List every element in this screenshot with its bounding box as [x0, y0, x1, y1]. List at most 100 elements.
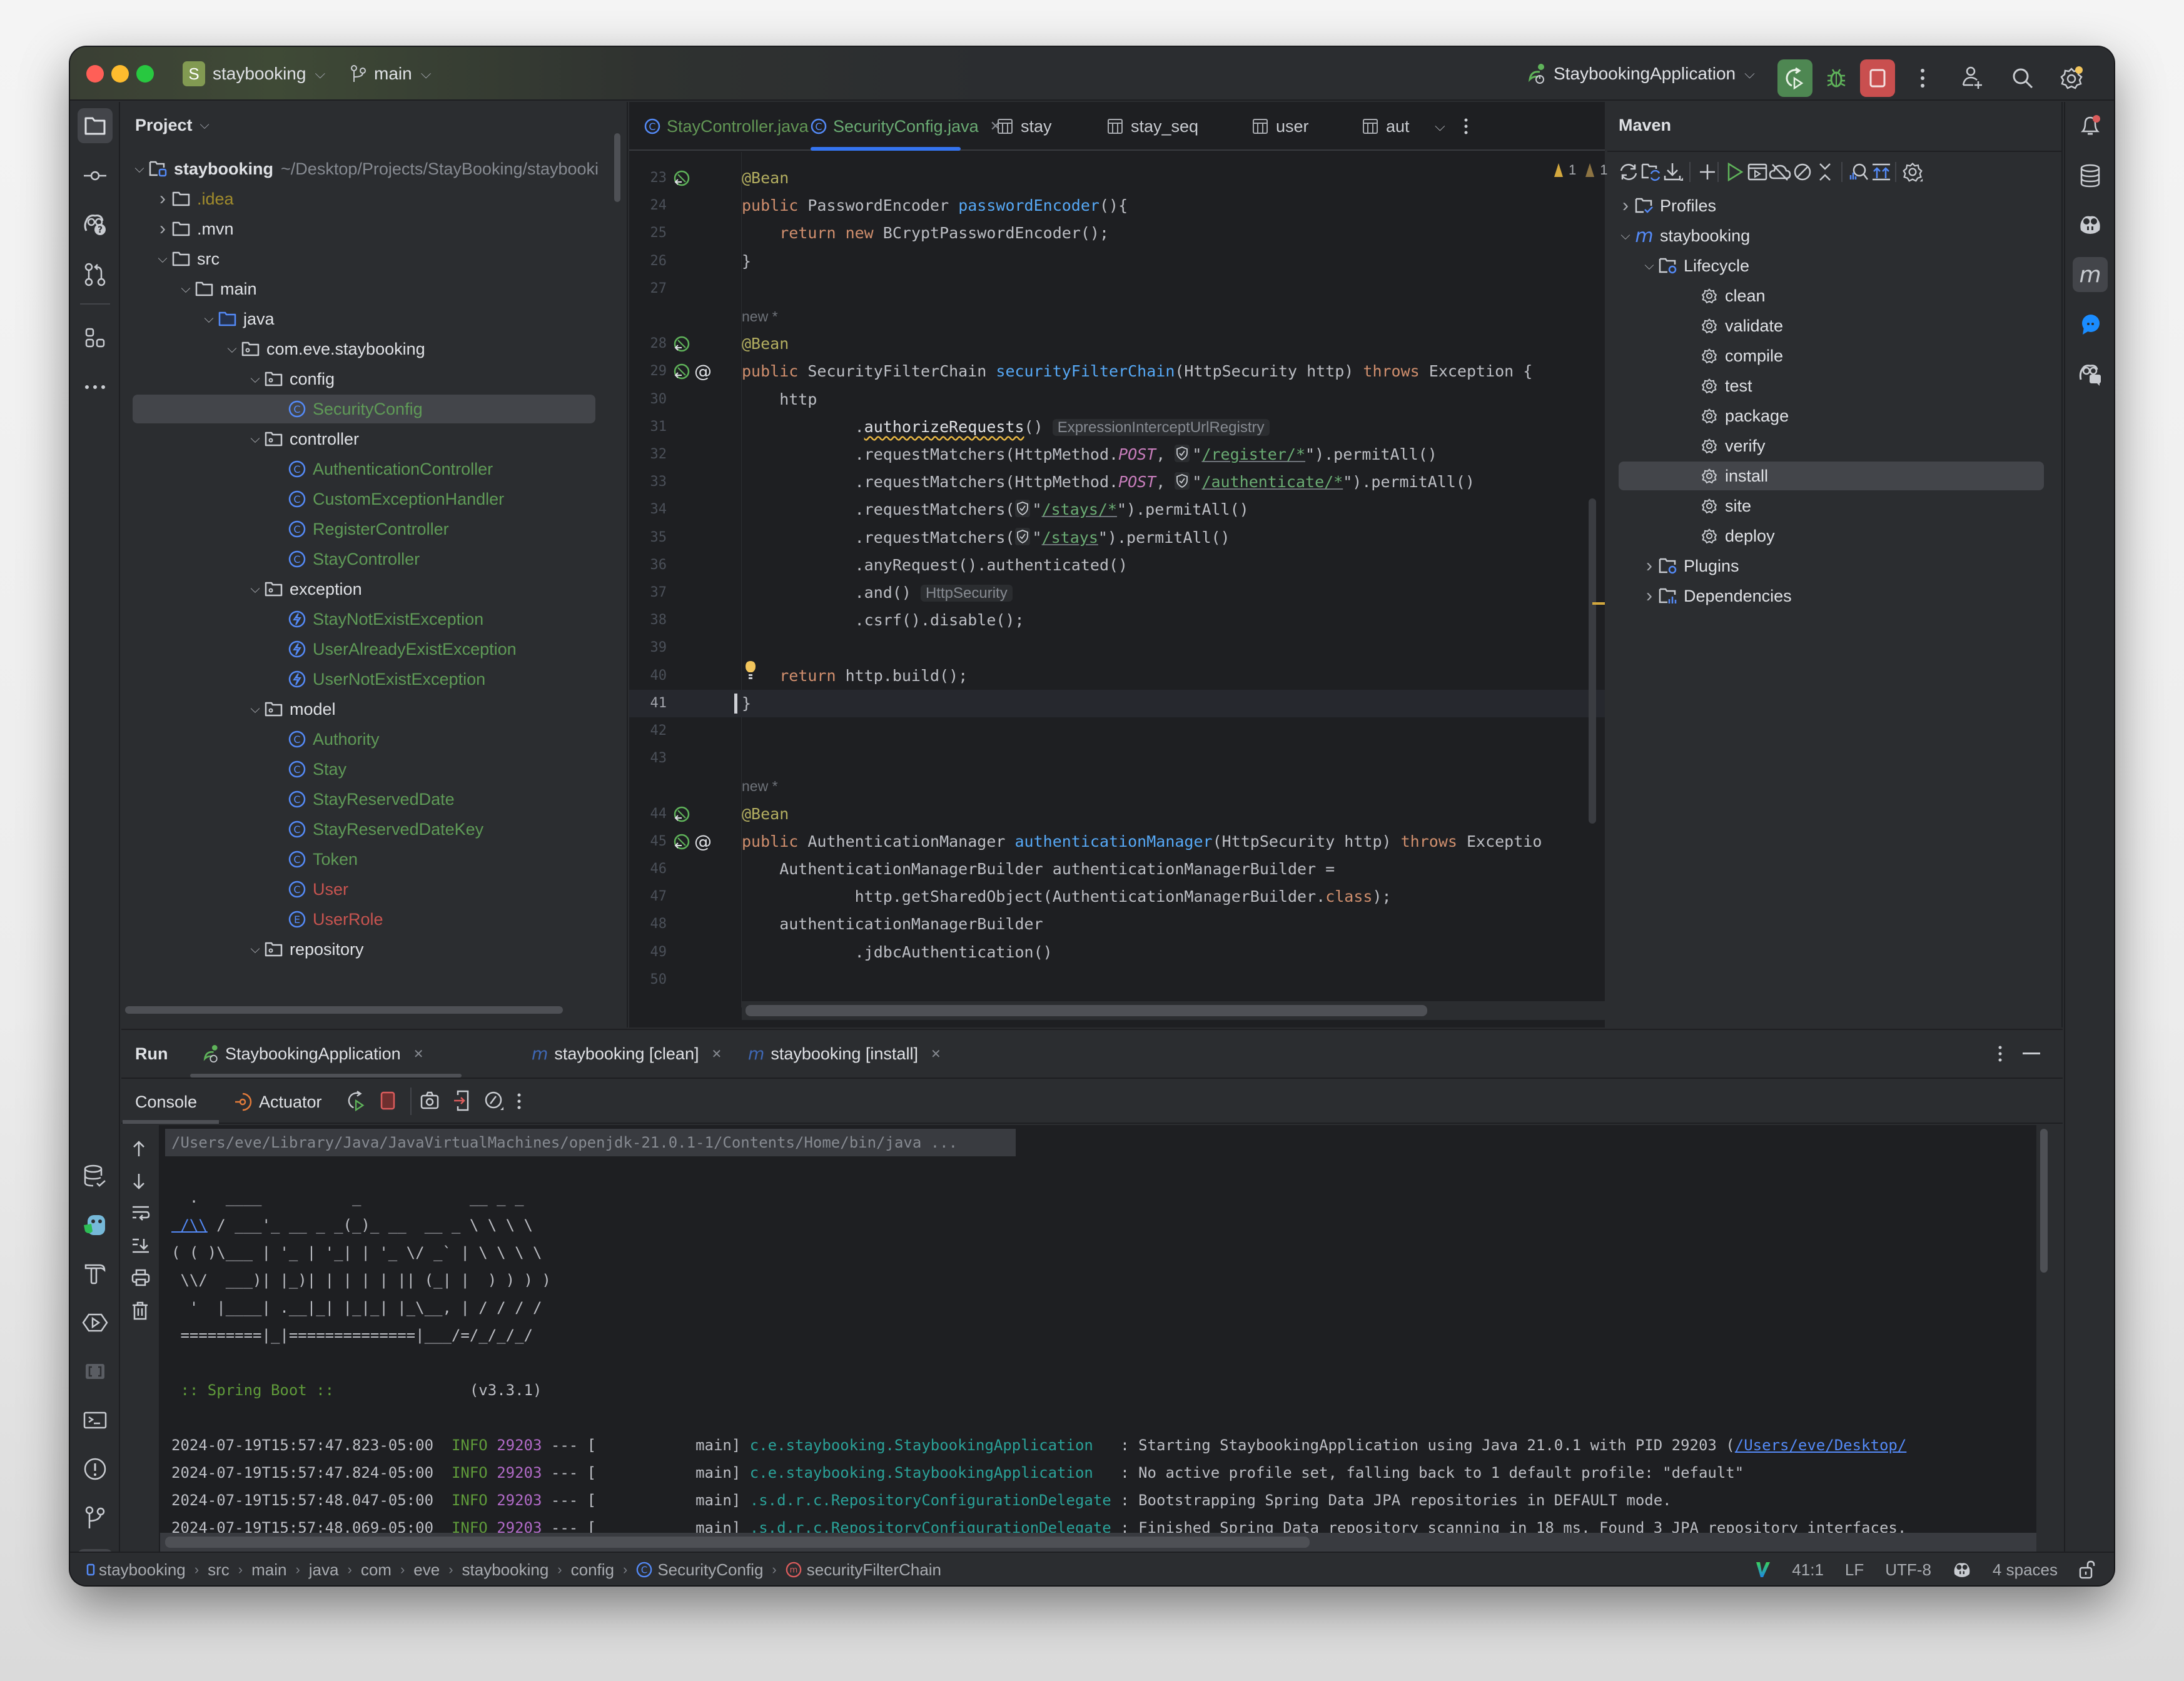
- code-line[interactable]: 34 .requestMatchers("/stays/*").permitAl…: [629, 496, 1605, 523]
- collapse-all-button[interactable]: [1812, 159, 1838, 184]
- tree-item[interactable]: C CustomExceptionHandler: [269, 485, 504, 513]
- console-command-line[interactable]: /Users/eve/Library/Java/JavaVirtualMachi…: [171, 1129, 958, 1156]
- security-matcher-icon[interactable]: [1014, 500, 1033, 518]
- code-line[interactable]: 45 @ public AuthenticationManager authenti…: [629, 828, 1605, 856]
- tree-item[interactable]: ⌵ com.eve.staybooking: [223, 335, 425, 363]
- more-actions-button[interactable]: [1905, 59, 1940, 97]
- chevron-down-icon[interactable]: ⌵: [1616, 229, 1635, 243]
- console-tab[interactable]: Console: [135, 1080, 197, 1124]
- line-number[interactable]: 31: [639, 413, 667, 441]
- breadcrumb-item[interactable]: src: [208, 1560, 230, 1580]
- close-tab-icon[interactable]: ✕: [931, 1046, 941, 1062]
- code-line[interactable]: 29 @ public SecurityFilterChain securityFi…: [629, 358, 1605, 385]
- line-number[interactable]: 27: [639, 275, 667, 303]
- line-number[interactable]: 39: [639, 634, 667, 662]
- breadcrumb-item[interactable]: main: [251, 1560, 286, 1580]
- chevron-right-icon[interactable]: ›: [1640, 585, 1659, 607]
- services-tool-button[interactable]: [78, 1305, 113, 1340]
- security-matcher-icon[interactable]: [1014, 527, 1033, 547]
- chevron-down-icon[interactable]: ⌵: [153, 252, 172, 266]
- banner-link[interactable]: /\\: [171, 1216, 207, 1234]
- run-tab-staybooking-clean[interactable]: m staybooking [clean] ✕: [532, 1030, 722, 1078]
- chevron-right-icon[interactable]: ›: [153, 218, 172, 240]
- line-number[interactable]: 28: [639, 330, 667, 358]
- scroll-down-button[interactable]: [131, 1173, 146, 1190]
- commit-tool-button[interactable]: [78, 158, 113, 193]
- console-horizontal-scrollbar[interactable]: [165, 1537, 1310, 1548]
- terminal-tool-button[interactable]: [78, 1403, 113, 1438]
- more-tools-button[interactable]: [78, 370, 113, 405]
- tree-item[interactable]: › .mvn: [153, 215, 234, 243]
- window-close-button[interactable]: [86, 65, 104, 83]
- breadcrumb-item[interactable]: com: [361, 1560, 392, 1580]
- add-project-button[interactable]: [1695, 159, 1720, 184]
- branch-switcher[interactable]: main ⌵: [350, 59, 431, 88]
- line-number[interactable]: 36: [639, 552, 667, 579]
- tree-item[interactable]: UserAlreadyExistException: [269, 635, 517, 664]
- chevron-right-icon[interactable]: ›: [1616, 195, 1635, 216]
- code-line[interactable]: 43: [629, 745, 1605, 772]
- code-line[interactable]: 47 http.getSharedObject(AuthenticationMa…: [629, 883, 1605, 911]
- tree-item[interactable]: C StayReservedDateKey: [269, 815, 483, 844]
- rerun-button[interactable]: [1777, 59, 1812, 97]
- problems-tool-button[interactable]: [78, 1451, 113, 1487]
- run-maven-build-button[interactable]: [1722, 159, 1747, 184]
- show-dependencies-button[interactable]: [1869, 159, 1894, 184]
- project-switcher[interactable]: S staybooking ⌵: [183, 59, 325, 88]
- window-minimize-button[interactable]: [111, 65, 129, 83]
- breadcrumb-item[interactable]: java: [309, 1560, 339, 1580]
- editor-horizontal-scrollbar[interactable]: [746, 1005, 1427, 1016]
- minimize-panel-button[interactable]: [2023, 1030, 2040, 1078]
- spring-bean-gutter-icon[interactable]: [673, 805, 690, 823]
- tree-item[interactable]: ⌵ java: [200, 305, 274, 333]
- line-number[interactable]: 49: [639, 939, 667, 966]
- code-line[interactable]: 28 @Bean: [629, 330, 1605, 358]
- print-button[interactable]: [131, 1269, 150, 1286]
- code-line[interactable]: 42: [629, 717, 1605, 745]
- search-button[interactable]: [2005, 59, 2040, 97]
- breadcrumb-item[interactable]: m securityFilterChain: [786, 1560, 941, 1580]
- line-number[interactable]: 38: [639, 607, 667, 634]
- code-line[interactable]: 37 .and() HttpSecurity: [629, 579, 1605, 607]
- code-line[interactable]: 31 .authorizeRequests() ExpressionInterc…: [629, 413, 1605, 441]
- window-maximize-button[interactable]: [136, 65, 154, 83]
- log-line[interactable]: 2024-07-19T15:57:48.069-05:00 INFO 29203…: [171, 1514, 1906, 1533]
- codevision-author-label[interactable]: new *: [742, 152, 778, 153]
- log-line[interactable]: 2024-07-19T15:57:48.047-05:00 INFO 29203…: [171, 1487, 1672, 1514]
- stop-process-button[interactable]: [380, 1091, 395, 1110]
- tree-item[interactable]: C AuthenticationController: [269, 455, 493, 483]
- line-number[interactable]: 35: [639, 524, 667, 552]
- code-line[interactable]: 36 .anyRequest().authenticated(): [629, 552, 1605, 579]
- security-matcher-icon[interactable]: [1175, 445, 1192, 463]
- code-line[interactable]: 23 @Bean: [629, 164, 1605, 192]
- tree-item[interactable]: ⌵ config: [246, 365, 335, 393]
- maven-tree-node[interactable]: › Dependencies: [1640, 582, 1792, 610]
- line-number[interactable]: 29: [639, 358, 667, 385]
- line-number[interactable]: 44: [639, 800, 667, 828]
- scroll-to-end-button[interactable]: [131, 1238, 150, 1254]
- notifications-button[interactable]: [2073, 108, 2108, 143]
- line-number[interactable]: 43: [639, 745, 667, 772]
- console-more-button[interactable]: [517, 1093, 522, 1110]
- maven-goal[interactable]: package: [1664, 401, 1789, 430]
- line-number[interactable]: 37: [639, 579, 667, 607]
- tree-item[interactable]: StayNotExistException: [269, 605, 483, 634]
- pull-requests-tool-button[interactable]: [78, 257, 113, 292]
- ai-help-tool-button[interactable]: ?: [78, 207, 113, 242]
- line-number[interactable]: 48: [639, 911, 667, 938]
- tab-list-dropdown[interactable]: ⌵: [1435, 102, 1445, 151]
- scroll-up-button[interactable]: [131, 1140, 146, 1158]
- code-line[interactable]: 40 return http.build();: [629, 660, 1605, 690]
- code-line[interactable]: 41}: [629, 689, 1605, 717]
- copilot-chat-button[interactable]: [2073, 357, 2108, 392]
- chevron-down-icon[interactable]: ⌵: [246, 582, 265, 597]
- code-line[interactable]: 25 return new BCryptPasswordEncoder();: [629, 220, 1605, 247]
- code-line[interactable]: 32 .requestMatchers(HttpMethod.POST, "/r…: [629, 441, 1605, 468]
- log-logger[interactable]: .s.d.r.c.RepositoryConfigurationDelegate: [750, 1519, 1111, 1533]
- copilot-button[interactable]: [2073, 207, 2108, 242]
- project-tool-button[interactable]: [78, 108, 113, 143]
- breadcrumb-item[interactable]: staybooking: [462, 1560, 549, 1580]
- git-tool-button[interactable]: [78, 1500, 113, 1535]
- tab-staycontroller[interactable]: C StayController.java: [644, 102, 809, 151]
- tree-item[interactable]: C SecurityConfig: [269, 395, 423, 423]
